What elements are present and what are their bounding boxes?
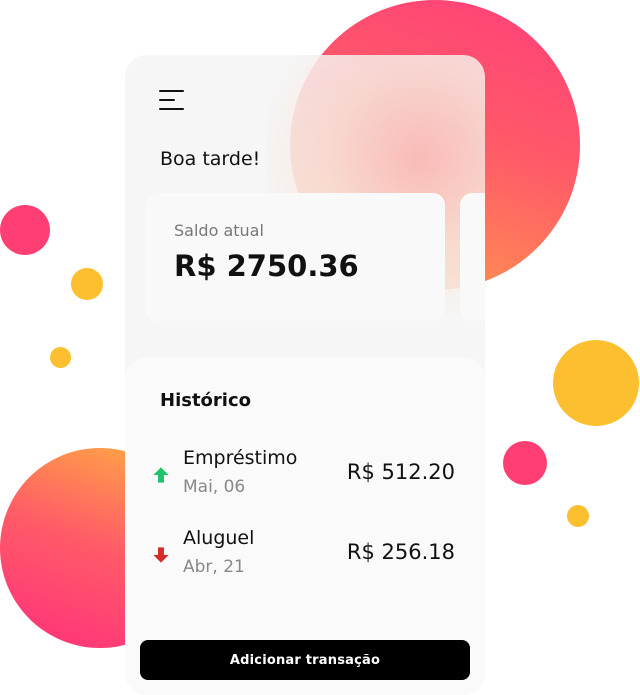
decor-circle-pink-medium: [503, 441, 547, 485]
add-transaction-button[interactable]: Adicionar transação: [140, 640, 470, 680]
arrow-down-icon: [153, 547, 169, 563]
app-screen: Boa tarde! Saldo atual R$ 2750.36 Histór…: [125, 55, 485, 695]
transaction-row[interactable]: Empréstimo Mai, 06 R$ 512.20: [125, 445, 485, 505]
transaction-row[interactable]: Aluguel Abr, 21 R$ 256.18: [125, 525, 485, 585]
greeting-text: Boa tarde!: [160, 148, 261, 170]
transaction-date: Mai, 06: [183, 477, 246, 497]
transaction-amount: R$ 512.20: [346, 460, 455, 484]
balance-value: R$ 2750.36: [174, 249, 359, 283]
arrow-up-icon: [153, 467, 169, 483]
history-title: Histórico: [160, 390, 252, 411]
transaction-name: Empréstimo: [183, 447, 298, 469]
transaction-amount: R$ 256.18: [346, 540, 455, 564]
transaction-date: Abr, 21: [183, 557, 245, 577]
balance-label: Saldo atual: [174, 221, 264, 240]
decor-circle-pink-small: [0, 205, 50, 255]
next-card-peek[interactable]: [460, 193, 485, 321]
stage: Boa tarde! Saldo atual R$ 2750.36 Histór…: [0, 0, 640, 695]
decor-circle-yellow-tiny: [567, 505, 589, 527]
decor-circle-yellow-small: [50, 347, 71, 368]
balance-card[interactable]: Saldo atual R$ 2750.36: [145, 193, 445, 321]
transaction-name: Aluguel: [183, 527, 255, 549]
decor-circle-yellow-large: [553, 340, 639, 426]
hamburger-menu-icon[interactable]: [159, 89, 185, 111]
decor-circle-yellow: [71, 268, 103, 300]
